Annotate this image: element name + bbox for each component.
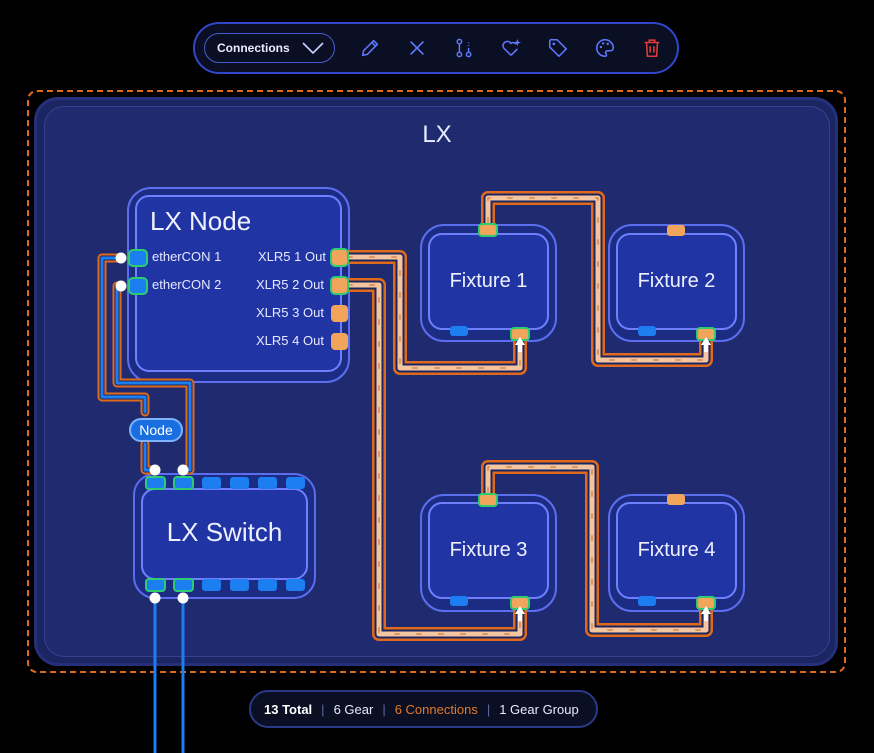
lx-node-ports: [115, 248, 349, 350]
port-xlr5-4-out: [331, 333, 348, 350]
switch-port-bottom-1: [145, 578, 166, 592]
status-separator: |: [321, 701, 325, 717]
ethernet-cable-2: [115, 284, 192, 472]
fixture-1-net-port: [450, 326, 468, 336]
status-connections[interactable]: 6 Connections: [395, 702, 478, 717]
ethercon-2-anchor: [115, 280, 127, 292]
fixture-4-in-port: [667, 494, 685, 505]
switch-port-top-6: [286, 477, 305, 489]
switch-anchor-bottom-2: [177, 592, 189, 604]
fixture-ports: [450, 223, 716, 621]
status-groups[interactable]: 1 Gear Group: [499, 702, 579, 717]
status-bar: 13 Total | 6 Gear | 6 Connections | 1 Ge…: [249, 690, 598, 728]
status-gear[interactable]: 6 Gear: [334, 702, 374, 717]
port-ethercon-2: [128, 277, 148, 295]
port-xlr5-3-out: [331, 305, 348, 322]
fixture-2-in-port: [667, 225, 685, 236]
switch-port-bottom-4: [230, 579, 249, 591]
status-total: 13 Total: [264, 701, 313, 717]
status-separator: |: [382, 701, 386, 717]
switch-anchor-bottom-1: [149, 592, 161, 604]
connections-layer: [97, 191, 716, 753]
switch-port-bottom-6: [286, 579, 305, 591]
switch-anchor-top-2: [177, 464, 189, 476]
fixture-3-in-port: [478, 493, 498, 507]
fixture-2-net-port: [638, 326, 656, 336]
fixture-3-net-port: [450, 596, 468, 606]
switch-port-top-3: [202, 477, 221, 489]
status-separator: |: [486, 701, 491, 717]
switch-port-top-1: [145, 476, 166, 490]
port-xlr5-2-out: [330, 276, 349, 295]
switch-anchor-top-1: [149, 464, 161, 476]
switch-port-top-4: [230, 477, 249, 489]
switch-port-top-5: [258, 477, 277, 489]
node-pill[interactable]: Node: [129, 418, 183, 442]
switch-port-bottom-5: [258, 579, 277, 591]
switch-port-top-2: [173, 476, 194, 490]
port-xlr5-1-out: [330, 248, 349, 267]
switch-port-bottom-3: [202, 579, 221, 591]
fixture-4-net-port: [638, 596, 656, 606]
ethercon-1-anchor: [115, 252, 127, 264]
switch-port-bottom-2: [173, 578, 194, 592]
fixture-1-in-port: [478, 223, 498, 237]
port-ethercon-1: [128, 249, 148, 267]
lx-switch-ports: [145, 464, 305, 604]
